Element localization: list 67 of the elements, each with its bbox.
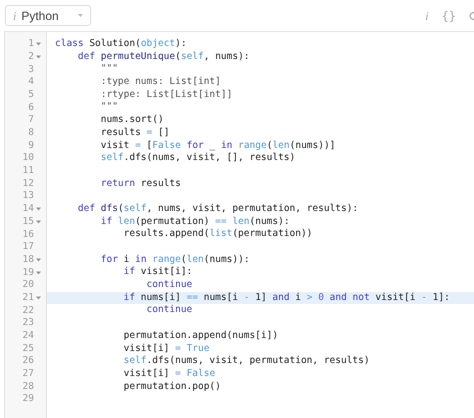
code-line: class Solution(object): <box>54 38 188 51</box>
format-button[interactable]: {} <box>442 6 456 24</box>
line-number: 5 <box>28 88 34 102</box>
code-editor[interactable] <box>4 31 474 418</box>
line-number: 1 <box>28 37 34 52</box>
code-line: return results <box>100 178 182 190</box>
code-line: def dfs(self, nums, visit, permutation, results): <box>76 202 360 216</box>
code-line: nums.sort() <box>100 114 165 127</box>
code-line: permutation.pop() <box>122 380 222 394</box>
code-line: results.append(list(permutation)) <box>122 228 314 241</box>
line-number: 18 <box>22 252 34 267</box>
line-number: 22 <box>22 304 34 318</box>
line-number: 19 <box>22 266 34 280</box>
line-number: 11 <box>22 164 34 178</box>
line-number: 7 <box>28 113 34 128</box>
line-number: 17 <box>22 240 34 254</box>
line-number: 25 <box>22 342 34 356</box>
line-number: 4 <box>28 75 34 90</box>
code-line: def permuteUnique(self, nums): <box>76 50 251 64</box>
fold-arrow-icon[interactable] <box>36 207 41 212</box>
reload-icon[interactable] <box>468 10 474 22</box>
line-number: 23 <box>22 316 34 330</box>
fold-arrow-icon[interactable] <box>36 220 41 224</box>
code-line: permutation.append(nums[i]) <box>122 330 280 342</box>
fold-arrow-icon[interactable] <box>36 296 41 300</box>
code-line: for i in range(len(nums)): <box>100 254 251 266</box>
fold-arrow-icon[interactable] <box>36 55 41 60</box>
line-number: 9 <box>28 138 34 153</box>
fold-arrow-icon[interactable] <box>36 42 41 46</box>
code-line: continue <box>146 279 194 292</box>
line-number: 29 <box>22 392 34 406</box>
line-number: 10 <box>22 151 34 166</box>
code-line: self.dfs(nums, visit, [], results) <box>100 152 296 165</box>
code-line: :type nums: List[int] <box>100 76 222 89</box>
line-number: 28 <box>22 380 34 394</box>
code-line: continue <box>146 304 194 318</box>
line-number: 27 <box>22 367 34 382</box>
line-number: 21 <box>22 290 34 305</box>
line-number: 12 <box>22 176 34 191</box>
line-number: 26 <box>22 354 34 368</box>
fold-arrow-icon[interactable] <box>36 270 41 275</box>
code-line: """ <box>100 63 119 76</box>
line-number: 3 <box>28 62 34 77</box>
code-line: visit = [False for _ in range(len(nums))] <box>100 140 336 152</box>
code-line: if len(permutation) == len(nums): <box>100 216 291 228</box>
line-number: 14 <box>22 202 34 216</box>
code-line: self.dfs(nums, visit, permutation, results) <box>122 355 371 368</box>
line-number: 6 <box>28 100 34 115</box>
line-number: 15 <box>22 214 34 229</box>
line-number: 2 <box>28 50 34 64</box>
line-number: 24 <box>22 329 34 344</box>
code-line: visit[i] = True <box>122 342 210 356</box>
caret-icon <box>78 14 83 17</box>
language-dropdown[interactable]: i Python <box>5 5 91 26</box>
line-number: 16 <box>22 228 34 242</box>
fold-arrow-icon[interactable] <box>36 258 41 262</box>
code-line: """ <box>100 101 119 114</box>
code-line: results = [] <box>100 126 170 140</box>
language-value: Python <box>21 8 59 24</box>
line-number: 8 <box>28 126 34 140</box>
info-button[interactable]: i <box>425 6 429 24</box>
info-glyph: i <box>13 8 16 24</box>
line-number: 20 <box>22 278 34 292</box>
line-number: 13 <box>22 189 34 204</box>
code-line: if visit[i]: <box>122 266 194 280</box>
code-line: visit[i] = False <box>122 368 216 381</box>
code-line: :rtype: List[List[int]] <box>100 88 234 102</box>
